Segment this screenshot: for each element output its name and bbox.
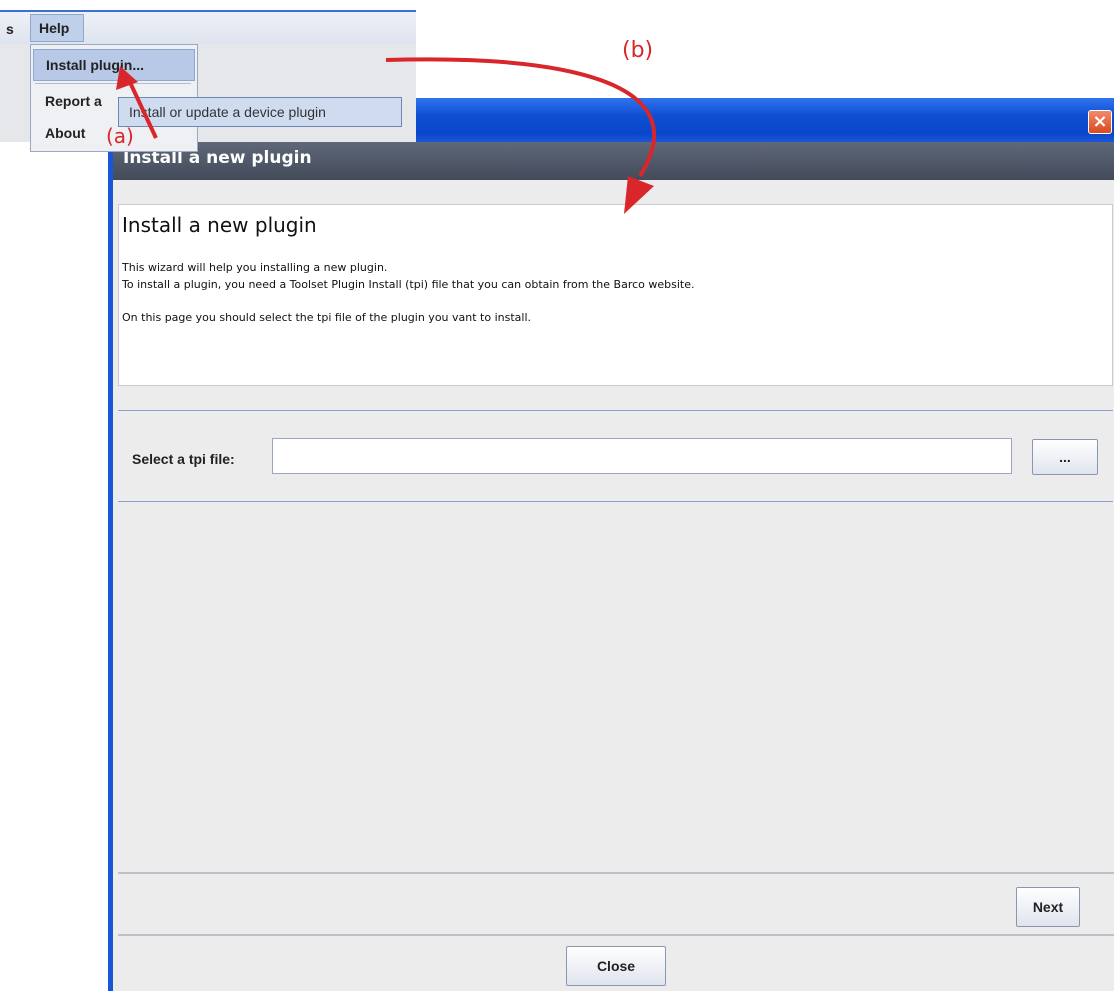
arrow-a-head [116, 66, 138, 90]
annotation-label-a: (a) [106, 124, 134, 148]
annotation-arrows [116, 57, 656, 214]
arrow-b-head [624, 176, 654, 214]
arrow-b [385, 57, 656, 178]
annotation-label-b: (b) [622, 38, 654, 63]
